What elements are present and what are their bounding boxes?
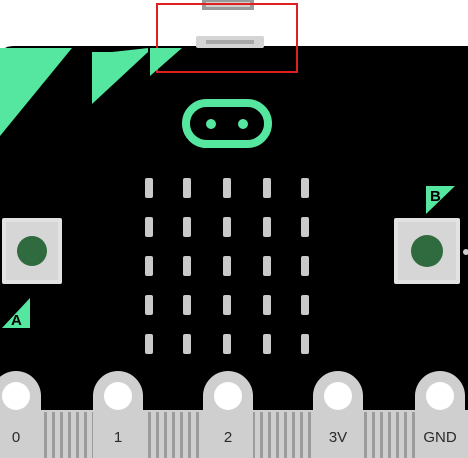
led-2-1 (183, 256, 191, 276)
led-4-4 (301, 334, 309, 354)
led-1-4 (301, 217, 309, 237)
led-1-3 (263, 217, 271, 237)
pin-hole (2, 382, 30, 410)
led-3-3 (263, 295, 271, 315)
led-2-2 (223, 256, 231, 276)
edge-finger (292, 412, 295, 458)
edge-finger (380, 412, 383, 458)
edge-finger (412, 412, 415, 458)
edge-finger (396, 412, 399, 458)
edge-finger (372, 412, 375, 458)
pin-hole (104, 382, 132, 410)
button-a-cap[interactable] (17, 236, 47, 266)
edge-finger (156, 412, 159, 458)
edge-finger (180, 412, 183, 458)
led-0-3 (263, 178, 271, 198)
button-b-cap[interactable] (411, 235, 443, 267)
edge-finger (60, 412, 63, 458)
edge-finger (284, 412, 287, 458)
led-1-0 (145, 217, 153, 237)
led-0-2 (223, 178, 231, 198)
pin-hole (426, 382, 454, 410)
edge-finger (196, 412, 199, 458)
edge-finger (268, 412, 271, 458)
edge-finger (76, 412, 79, 458)
led-2-4 (301, 256, 309, 276)
edge-finger (404, 412, 407, 458)
pin-label: 3V (329, 429, 347, 446)
edge-finger (260, 412, 263, 458)
microbit-board: A B 0 1 2 3V GND (0, 0, 468, 458)
led-3-4 (301, 295, 309, 315)
led-4-3 (263, 334, 271, 354)
led-3-2 (223, 295, 231, 315)
button-b-label: B (430, 188, 441, 205)
led-0-1 (183, 178, 191, 198)
led-4-1 (183, 334, 191, 354)
edge-finger (300, 412, 303, 458)
edge-finger (388, 412, 391, 458)
button-a[interactable] (2, 218, 62, 284)
edge-finger (52, 412, 55, 458)
led-0-4 (301, 178, 309, 198)
pin-2[interactable]: 2 (203, 371, 253, 458)
button-a-label: A (11, 312, 22, 329)
pin-label: 1 (114, 429, 122, 446)
led-1-1 (183, 217, 191, 237)
edge-finger (68, 412, 71, 458)
pin-label: 0 (12, 429, 20, 446)
usb-connector-slot (206, 40, 254, 44)
edge-finger (44, 412, 47, 458)
edge-finger (188, 412, 191, 458)
pin-1[interactable]: 1 (93, 371, 143, 458)
led-2-0 (145, 256, 153, 276)
pin-label: GND (423, 429, 457, 446)
logo-dot-left (206, 119, 216, 129)
edge-finger (164, 412, 167, 458)
edge-finger (148, 412, 151, 458)
led-3-0 (145, 295, 153, 315)
pin-gnd[interactable]: GND (415, 371, 465, 458)
pin-0[interactable]: 0 (0, 371, 41, 458)
led-4-2 (223, 334, 231, 354)
pin-hole (214, 382, 242, 410)
logo-dot-right (238, 119, 248, 129)
pin-3v[interactable]: 3V (313, 371, 363, 458)
edge-finger (172, 412, 175, 458)
pin-hole (324, 382, 352, 410)
edge-finger (308, 412, 311, 458)
edge-finger (364, 412, 367, 458)
led-3-1 (183, 295, 191, 315)
led-2-3 (263, 256, 271, 276)
edge-finger (276, 412, 279, 458)
led-0-0 (145, 178, 153, 198)
led-1-2 (223, 217, 231, 237)
button-b[interactable] (394, 218, 460, 284)
pin-label: 2 (224, 429, 232, 446)
edge-finger (84, 412, 87, 458)
led-4-0 (145, 334, 153, 354)
